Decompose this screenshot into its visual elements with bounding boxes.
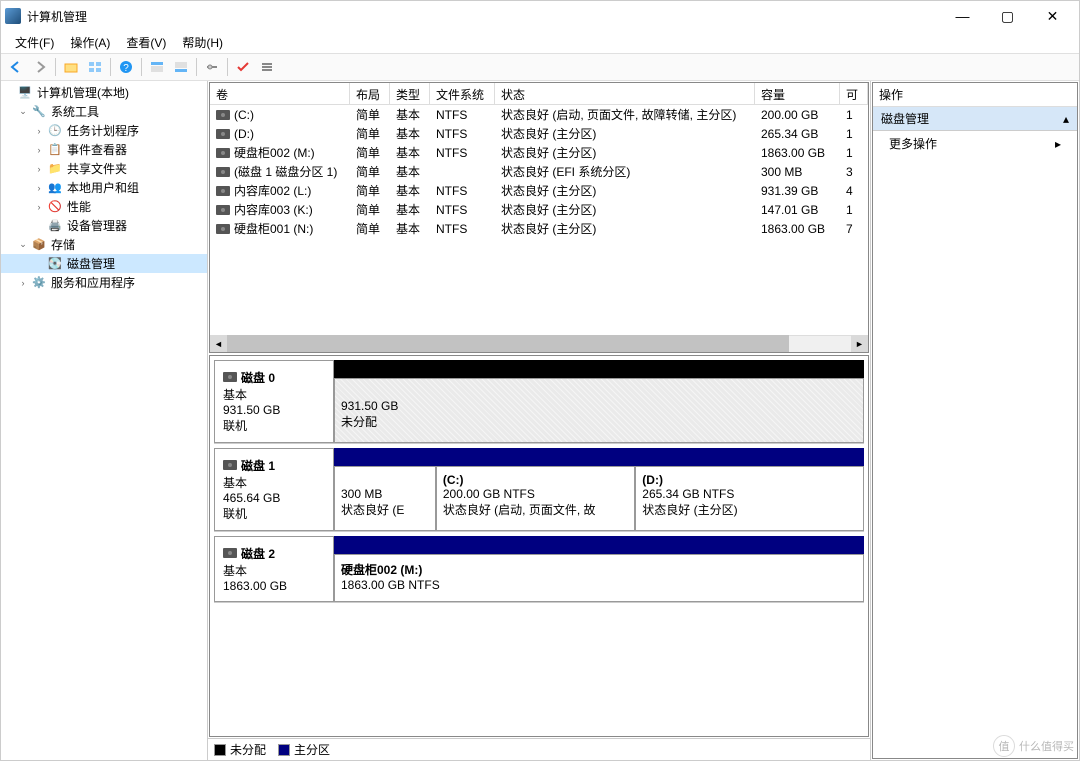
settings-icon[interactable] <box>201 56 223 78</box>
volume-row[interactable]: 硬盘柜002 (M:)简单基本NTFS状态良好 (主分区)1863.00 GB1 <box>210 143 868 162</box>
volume-row[interactable]: (C:)简单基本NTFS状态良好 (启动, 页面文件, 故障转储, 主分区)20… <box>210 105 868 124</box>
view-bottom-icon[interactable] <box>170 56 192 78</box>
volumes-list: 卷 布局 类型 文件系统 状态 容量 可 (C:)简单基本NTFS状态良好 (启… <box>209 82 869 353</box>
collapse-icon: ▴ <box>1063 112 1069 126</box>
disk-icon <box>223 548 237 558</box>
disk-icon <box>223 460 237 470</box>
tree-event-viewer[interactable]: ›📋事件查看器 <box>1 140 207 159</box>
col-status[interactable]: 状态 <box>495 83 755 104</box>
toolbar: ? <box>1 53 1079 81</box>
menu-file[interactable]: 文件(F) <box>7 32 62 53</box>
volume-icon <box>216 129 230 139</box>
actions-panel: 操作 磁盘管理▴ 更多操作▸ <box>872 82 1078 759</box>
chevron-right-icon: ▸ <box>1055 137 1061 151</box>
col-type[interactable]: 类型 <box>390 83 430 104</box>
scroll-left-button[interactable]: ◄ <box>210 335 227 352</box>
disk-1-partition-c[interactable]: (C:) 200.00 GB NTFS 状态良好 (启动, 页面文件, 故 <box>436 466 635 531</box>
volume-row[interactable]: 内容库003 (K:)简单基本NTFS状态良好 (主分区)147.01 GB1 <box>210 200 868 219</box>
titlebar: 计算机管理 — ▢ ✕ <box>1 1 1079 31</box>
volume-icon <box>216 205 230 215</box>
app-icon <box>5 8 21 24</box>
disk-0-row[interactable]: 磁盘 0 基本 931.50 GB 联机 931.50 GB 未分配 <box>214 360 864 444</box>
disk-1-header <box>334 448 864 466</box>
volumes-body[interactable]: (C:)简单基本NTFS状态良好 (启动, 页面文件, 故障转储, 主分区)20… <box>210 105 868 335</box>
tree-device-manager[interactable]: 🖨️设备管理器 <box>1 216 207 235</box>
disk-1-label: 磁盘 1 基本 465.64 GB 联机 <box>214 448 334 531</box>
svg-text:?: ? <box>123 63 129 74</box>
check-icon[interactable] <box>232 56 254 78</box>
menu-view[interactable]: 查看(V) <box>118 32 174 53</box>
horizontal-scrollbar[interactable]: ◄ ► <box>210 335 868 352</box>
close-button[interactable]: ✕ <box>1030 1 1075 31</box>
legend: 未分配 主分区 <box>208 738 870 760</box>
watermark: 值 什么值得买 <box>993 735 1074 757</box>
menubar: 文件(F) 操作(A) 查看(V) 帮助(H) <box>1 31 1079 53</box>
tree-disk-mgmt[interactable]: 💽磁盘管理 <box>1 254 207 273</box>
col-fs[interactable]: 文件系统 <box>430 83 495 104</box>
disk-2-label: 磁盘 2 基本 1863.00 GB <box>214 536 334 602</box>
tree-shared-folders[interactable]: ›📁共享文件夹 <box>1 159 207 178</box>
disk-1-partition-d[interactable]: (D:) 265.34 GB NTFS 状态良好 (主分区) <box>635 466 864 531</box>
legend-primary: 主分区 <box>294 741 330 758</box>
col-volume[interactable]: 卷 <box>210 83 350 104</box>
scroll-right-button[interactable]: ► <box>851 335 868 352</box>
disk-2-header <box>334 536 864 554</box>
menu-help[interactable]: 帮助(H) <box>174 32 231 53</box>
window-title: 计算机管理 <box>27 8 940 25</box>
actions-header: 操作 <box>873 83 1077 107</box>
tree-task-scheduler[interactable]: ›🕒任务计划程序 <box>1 121 207 140</box>
legend-unallocated: 未分配 <box>230 741 266 758</box>
tree-storage[interactable]: ⌄📦存储 <box>1 235 207 254</box>
volume-icon <box>216 224 230 234</box>
tree-performance[interactable]: ›🚫性能 <box>1 197 207 216</box>
legend-swatch-unallocated <box>214 744 226 756</box>
help-icon[interactable]: ? <box>115 56 137 78</box>
view-top-icon[interactable] <box>146 56 168 78</box>
list-header: 卷 布局 类型 文件系统 状态 容量 可 <box>210 83 868 105</box>
tree-users-groups[interactable]: ›👥本地用户和组 <box>1 178 207 197</box>
back-button[interactable] <box>5 56 27 78</box>
tree-services[interactable]: ›⚙️服务和应用程序 <box>1 273 207 292</box>
volume-row[interactable]: 硬盘柜001 (N:)简单基本NTFS状态良好 (主分区)1863.00 GB7 <box>210 219 868 238</box>
disk-2-row[interactable]: 磁盘 2 基本 1863.00 GB 硬盘柜002 (M:) 1863.00 G… <box>214 536 864 603</box>
forward-button[interactable] <box>29 56 51 78</box>
col-capacity[interactable]: 容量 <box>755 83 840 104</box>
volume-row[interactable]: (磁盘 1 磁盘分区 1)简单基本状态良好 (EFI 系统分区)300 MB3 <box>210 162 868 181</box>
grid-icon[interactable] <box>84 56 106 78</box>
volume-row[interactable]: 内容库002 (L:)简单基本NTFS状态良好 (主分区)931.39 GB4 <box>210 181 868 200</box>
tree-root[interactable]: 🖥️计算机管理(本地) <box>1 83 207 102</box>
col-layout[interactable]: 布局 <box>350 83 390 104</box>
volume-icon <box>216 167 230 177</box>
legend-swatch-primary <box>278 744 290 756</box>
disk-icon <box>223 372 237 382</box>
disks-graphical: 磁盘 0 基本 931.50 GB 联机 931.50 GB 未分配 <box>209 355 869 737</box>
disk-0-partition-unallocated[interactable]: 931.50 GB 未分配 <box>334 378 864 443</box>
actions-section[interactable]: 磁盘管理▴ <box>873 107 1077 131</box>
maximize-button[interactable]: ▢ <box>985 1 1030 31</box>
disk-1-partition-efi[interactable]: 300 MB 状态良好 (E <box>334 466 436 531</box>
minimize-button[interactable]: — <box>940 1 985 31</box>
disk-0-header <box>334 360 864 378</box>
list-icon[interactable] <box>256 56 278 78</box>
disk-1-row[interactable]: 磁盘 1 基本 465.64 GB 联机 300 MB 状态良好 (E <box>214 448 864 532</box>
menu-action[interactable]: 操作(A) <box>62 32 118 53</box>
folder-icon[interactable] <box>60 56 82 78</box>
tree-system-tools[interactable]: ⌄🔧系统工具 <box>1 102 207 121</box>
disk-2-partition-m[interactable]: 硬盘柜002 (M:) 1863.00 GB NTFS <box>334 554 864 602</box>
volume-row[interactable]: (D:)简单基本NTFS状态良好 (主分区)265.34 GB1 <box>210 124 868 143</box>
actions-more[interactable]: 更多操作▸ <box>873 131 1077 156</box>
disk-0-label: 磁盘 0 基本 931.50 GB 联机 <box>214 360 334 443</box>
col-free[interactable]: 可 <box>840 83 868 104</box>
tree-panel[interactable]: 🖥️计算机管理(本地) ⌄🔧系统工具 ›🕒任务计划程序 ›📋事件查看器 ›📁共享… <box>1 81 208 760</box>
volume-icon <box>216 186 230 196</box>
scroll-thumb[interactable] <box>227 335 789 352</box>
volume-icon <box>216 110 230 120</box>
volume-icon <box>216 148 230 158</box>
